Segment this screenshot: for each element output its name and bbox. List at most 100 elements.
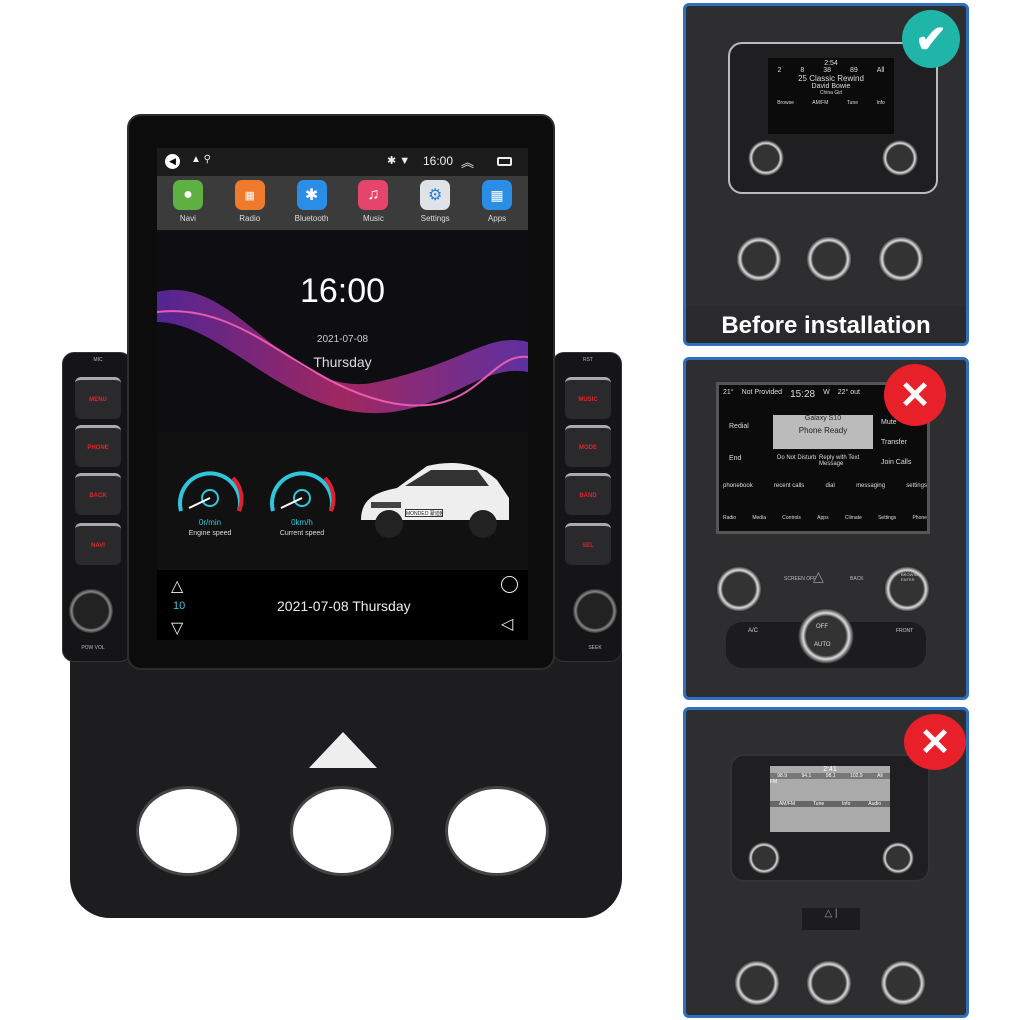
incompatible-panel-1: 21° Not Provided 15:28 W 22° out Redial End … [683, 357, 969, 700]
wave-graphic [157, 289, 528, 414]
music-button[interactable]: MUSIC [565, 377, 611, 419]
navi-button[interactable]: NAVI [75, 523, 121, 565]
back-button: BACK [850, 576, 864, 582]
dock: Radio Media Controls Apps Climate Settings Pho… [723, 515, 927, 521]
map-pin-icon: ● [172, 180, 203, 210]
dock-item: Apps [817, 515, 829, 521]
app-bar: ● Navi ▦ Radio ✱ Bluetooth ♫ Music ⚙ Settings… [157, 176, 528, 230]
lcd-time: 15:28 [790, 389, 816, 400]
before-installation-caption: Before installation [686, 306, 966, 343]
app-label: Apps [487, 214, 507, 223]
preset: 8 [800, 67, 805, 74]
wallpaper [157, 232, 528, 432]
music-note-icon: ♫ [358, 180, 389, 210]
app-navi[interactable]: ● Navi [160, 180, 216, 230]
sel-button[interactable]: SEL [565, 523, 611, 565]
app-label: Radio [239, 214, 261, 223]
recent-apps-icon[interactable] [497, 157, 512, 166]
heading: W [823, 389, 830, 396]
home-circle-icon[interactable] [501, 576, 518, 593]
preset: 38 [823, 67, 831, 74]
preset-row: 2 8 38 89 All [768, 67, 894, 74]
license-plate: MONDEO 蒙迪欧 [405, 509, 443, 517]
app-label: Music [362, 214, 384, 223]
lcd-song: China Girl [819, 90, 843, 96]
dnd-button: Do Not Disturb [777, 455, 817, 461]
check-icon: ✔ [902, 10, 960, 68]
phone-status-box: Galaxy S10 Phone Ready [773, 415, 873, 449]
back-button[interactable]: BACK [75, 473, 121, 515]
tab: phonebook [723, 483, 753, 489]
bottom-date: 2021-07-08 Thursday [277, 598, 411, 614]
speed-gauge [270, 471, 336, 512]
stock-radio-unit: 2:54 2 8 38 89 All 25 Classic Rewind David B… [728, 42, 938, 194]
seek-label: SEEK [588, 645, 602, 651]
lcd-time: 2:41 [823, 766, 837, 773]
band-button[interactable]: BAND [565, 473, 611, 515]
dock-item: Controls [782, 515, 801, 521]
phone-button[interactable]: PHONE [75, 425, 121, 467]
lcd-tab: Info [842, 801, 851, 807]
app-radio[interactable]: ▦ Radio [222, 180, 278, 230]
app-label: Navi [179, 214, 196, 223]
climate-knob [878, 236, 924, 282]
climate-knob [806, 960, 852, 1006]
preset: All [877, 773, 883, 779]
volume-down-icon[interactable]: ▽ [171, 618, 183, 638]
lcd-tab: Browse [777, 100, 794, 106]
app-settings[interactable]: ⚙ Settings [407, 180, 463, 230]
gear-icon: ⚙ [420, 180, 451, 210]
lcd-time: 2:54 [824, 60, 838, 67]
dash-bezel [70, 640, 622, 918]
lcd-title: 25 Classic Rewind [798, 74, 864, 83]
back-circle-icon[interactable]: ◀ [165, 154, 180, 169]
stock-knob [882, 842, 914, 874]
before-installation-panel: 2:54 2 8 38 89 All 25 Classic Rewind David B… [683, 3, 969, 346]
lcd-tabs: AM/FM Tune Info Audio [770, 801, 890, 807]
lcd-tab: Tune [846, 100, 859, 106]
dock-item: Media [752, 515, 766, 521]
incompatible-panel-2: 2:41 98.9 94.1 98.1 102.9 All FM AM/FM Tune In… [683, 707, 969, 1018]
car-image [361, 462, 509, 538]
volume-up-icon[interactable]: △ [171, 576, 183, 596]
preset: All [876, 67, 885, 74]
front-defrost-label: FRONT [896, 628, 914, 634]
app-label: Settings [420, 214, 450, 223]
redial-button: Redial [729, 423, 749, 430]
stock-lcd: 2:54 2 8 38 89 All 25 Classic Rewind David B… [768, 58, 894, 134]
chevron-up-icon[interactable]: ︽ [461, 152, 474, 171]
app-label: Bluetooth [294, 214, 329, 223]
lcd-tab: AM/FM [778, 801, 796, 807]
mode-button[interactable]: MODE [565, 425, 611, 467]
grid-icon: ▦ [482, 180, 513, 210]
preset: 98.1 [825, 773, 836, 779]
hazard-icon: △ | [802, 908, 860, 930]
tab: dial [825, 483, 835, 489]
fan-knob [798, 608, 854, 664]
stock-radio-unit: 2:41 98.9 94.1 98.1 102.9 All FM AM/FM Tune In… [730, 754, 930, 882]
climate-knob [880, 960, 926, 1006]
temp-in: 21° [723, 389, 734, 396]
lcd-tab: AM/FM [812, 100, 829, 106]
menu-button[interactable]: MENU [75, 377, 121, 419]
mute-button: Mute [881, 419, 897, 426]
off-label: OFF [816, 624, 828, 630]
tab: recent calls [773, 483, 805, 489]
stock-knob [882, 140, 918, 176]
radio-icon: ▦ [234, 180, 265, 210]
dock-item: Radio [723, 515, 737, 521]
volume-knob[interactable] [69, 589, 113, 633]
dock-item: Phone [912, 515, 927, 521]
preset: 102.9 [850, 773, 863, 779]
phone-status: Phone Ready [798, 426, 848, 435]
back-triangle-icon[interactable]: ◁ [501, 614, 513, 634]
app-music[interactable]: ♫ Music [345, 180, 401, 230]
temp-out: 22° out [837, 389, 860, 396]
warning-icon: ▲ ⚲ [191, 154, 211, 165]
clock-time: 16:00 [299, 272, 386, 310]
app-bluetooth[interactable]: ✱ Bluetooth [284, 180, 340, 230]
app-apps[interactable]: ▦ Apps [469, 180, 525, 230]
lcd-tab: Audio [868, 801, 882, 807]
seek-knob[interactable] [573, 589, 617, 633]
bottom-bar: △ 10 ▽ 2021-07-08 Thursday ◁ [157, 570, 528, 640]
